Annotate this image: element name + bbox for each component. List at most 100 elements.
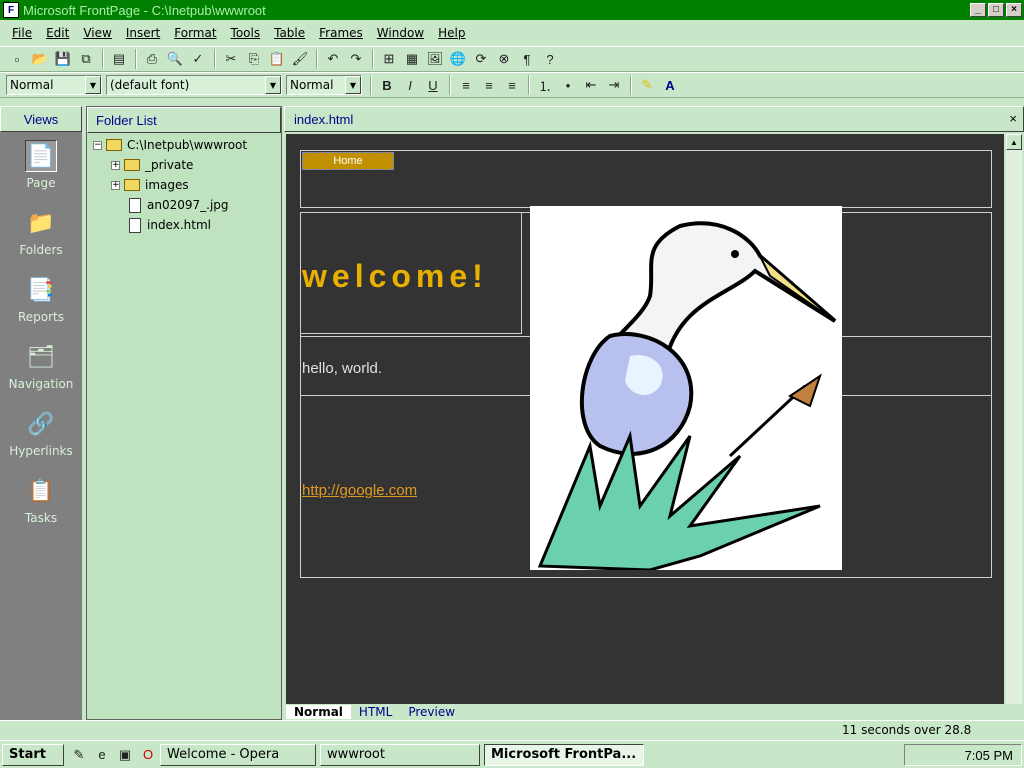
numbered-list-icon[interactable]: ⒈: [534, 75, 556, 95]
view-tasks[interactable]: 📋 Tasks: [0, 467, 82, 534]
minimize-button[interactable]: _: [970, 3, 986, 17]
hyperlinks-view-icon: 🔗: [27, 411, 55, 437]
tab-html[interactable]: HTML: [351, 705, 400, 719]
close-button[interactable]: ×: [1006, 3, 1022, 17]
tab-preview[interactable]: Preview: [400, 705, 463, 719]
view-navigation[interactable]: 🗂 Navigation: [0, 333, 82, 400]
expand-icon[interactable]: +: [111, 180, 120, 190]
collapse-icon[interactable]: −: [93, 140, 102, 150]
folder-view-icon: 📁: [27, 210, 55, 236]
navigation-view-icon: 🗂: [27, 344, 55, 370]
size-dropdown[interactable]: Normal ▼: [286, 75, 362, 95]
size-dropdown-value: Normal: [290, 78, 334, 92]
preview-icon[interactable]: 🔍: [164, 49, 186, 69]
align-right-icon[interactable]: ≡: [501, 75, 523, 95]
bullet-list-icon[interactable]: •: [557, 75, 579, 95]
task-opera[interactable]: Welcome - Opera: [160, 743, 316, 766]
start-button[interactable]: Start: [2, 743, 64, 766]
view-reports[interactable]: 📑 Reports: [0, 266, 82, 333]
tree-item-image-file[interactable]: an02097_.jpg: [93, 195, 281, 215]
scroll-up-icon[interactable]: ▲: [1006, 134, 1022, 150]
maximize-button[interactable]: □: [988, 3, 1004, 17]
menu-table[interactable]: Table: [266, 26, 311, 40]
folder-list-icon[interactable]: ▤: [108, 49, 130, 69]
highlight-icon[interactable]: ✎: [636, 75, 658, 95]
align-center-icon[interactable]: ≡: [478, 75, 500, 95]
view-page[interactable]: 📄 Page: [0, 132, 82, 199]
tree-item-html-file[interactable]: index.html: [93, 215, 281, 235]
tab-normal[interactable]: Normal: [286, 705, 351, 719]
menu-format[interactable]: Format: [166, 26, 222, 40]
standard-toolbar: ▫ 📂 💾 ⧉ ▤ ⎙ 🔍 ✓ ✂ ⎘ 📋 🖌 ↶ ↷ ⊞ ▦ 🖼 🌐 ⟳ ⊗ …: [0, 46, 1024, 72]
view-mode-tabs: Normal HTML Preview: [286, 704, 1004, 720]
close-document-icon[interactable]: ×: [1009, 111, 1017, 126]
cut-icon[interactable]: ✂: [220, 49, 242, 69]
menu-help[interactable]: Help: [430, 26, 471, 40]
vertical-scrollbar[interactable]: ▲: [1006, 134, 1022, 704]
menu-window[interactable]: Window: [369, 26, 430, 40]
italic-icon[interactable]: I: [399, 75, 421, 95]
new-page-icon[interactable]: ▫: [6, 49, 28, 69]
menu-file[interactable]: File: [4, 26, 38, 40]
font-dropdown[interactable]: (default font) ▼: [106, 75, 282, 95]
stop-icon[interactable]: ⊗: [493, 49, 515, 69]
style-dropdown-value: Normal: [10, 78, 54, 92]
redo-icon[interactable]: ↷: [345, 49, 367, 69]
menu-view[interactable]: View: [75, 26, 117, 40]
task-wwwroot[interactable]: wwwroot: [320, 743, 480, 766]
save-icon[interactable]: 💾: [52, 49, 74, 69]
underline-icon[interactable]: U: [422, 75, 444, 95]
document-tab[interactable]: index.html ×: [284, 106, 1024, 132]
page-canvas[interactable]: Home welcome! hello, world. http://googl…: [286, 134, 1004, 704]
show-all-icon[interactable]: ¶: [516, 49, 538, 69]
menu-insert[interactable]: Insert: [118, 26, 166, 40]
format-painter-icon[interactable]: 🖌: [289, 49, 311, 69]
view-folders[interactable]: 📁 Folders: [0, 199, 82, 266]
refresh-icon[interactable]: ⟳: [470, 49, 492, 69]
paste-icon[interactable]: 📋: [266, 49, 288, 69]
font-color-icon[interactable]: A: [659, 75, 681, 95]
decrease-indent-icon[interactable]: ⇤: [580, 75, 602, 95]
toolbar-separator: [449, 75, 451, 95]
copy-icon[interactable]: ⎘: [243, 49, 265, 69]
view-hyperlinks[interactable]: 🔗 Hyperlinks: [0, 400, 82, 467]
help-icon[interactable]: ?: [539, 49, 561, 69]
heron-clipart-image[interactable]: [530, 206, 842, 572]
open-icon[interactable]: 📂: [29, 49, 51, 69]
align-left-icon[interactable]: ≡: [455, 75, 477, 95]
task-frontpage[interactable]: Microsoft FrontPa...: [484, 743, 644, 766]
menu-edit[interactable]: Edit: [38, 26, 75, 40]
folder-open-icon: [106, 139, 122, 151]
google-link[interactable]: http://google.com: [302, 482, 417, 499]
increase-indent-icon[interactable]: ⇥: [603, 75, 625, 95]
publish-icon[interactable]: ⧉: [75, 49, 97, 69]
tree-root[interactable]: − C:\Inetpub\wwwroot: [93, 135, 281, 155]
menu-frames[interactable]: Frames: [311, 26, 369, 40]
home-nav-button[interactable]: Home: [302, 152, 394, 170]
toolbar-separator: [370, 75, 372, 95]
bold-icon[interactable]: B: [376, 75, 398, 95]
insert-picture-icon[interactable]: 🖼: [424, 49, 446, 69]
download-time-status: 11 seconds over 28.8: [842, 723, 972, 737]
folder-icon: [124, 159, 140, 171]
spelling-icon[interactable]: ✓: [187, 49, 209, 69]
clock[interactable]: 7:05 PM: [965, 748, 1013, 763]
insert-component-icon[interactable]: ⊞: [378, 49, 400, 69]
opera-icon[interactable]: O: [137, 745, 159, 765]
frontpage-app-icon[interactable]: F: [3, 2, 19, 18]
expand-icon[interactable]: +: [111, 160, 120, 170]
hyperlink-icon[interactable]: 🌐: [447, 49, 469, 69]
style-dropdown[interactable]: Normal ▼: [6, 75, 102, 95]
menu-tools[interactable]: Tools: [223, 26, 267, 40]
tree-item-private[interactable]: + _private: [93, 155, 281, 175]
desktop-icon[interactable]: ▣: [114, 745, 136, 765]
status-bar: 11 seconds over 28.8: [0, 720, 1024, 738]
font-dropdown-value: (default font): [110, 78, 190, 92]
tree-item-images[interactable]: + images: [93, 175, 281, 195]
toolbar-separator: [630, 75, 632, 95]
print-icon[interactable]: ⎙: [141, 49, 163, 69]
ie-icon[interactable]: e: [91, 745, 113, 765]
undo-icon[interactable]: ↶: [322, 49, 344, 69]
quick-launch-icon[interactable]: ✎: [68, 745, 90, 765]
insert-table-icon[interactable]: ▦: [401, 49, 423, 69]
